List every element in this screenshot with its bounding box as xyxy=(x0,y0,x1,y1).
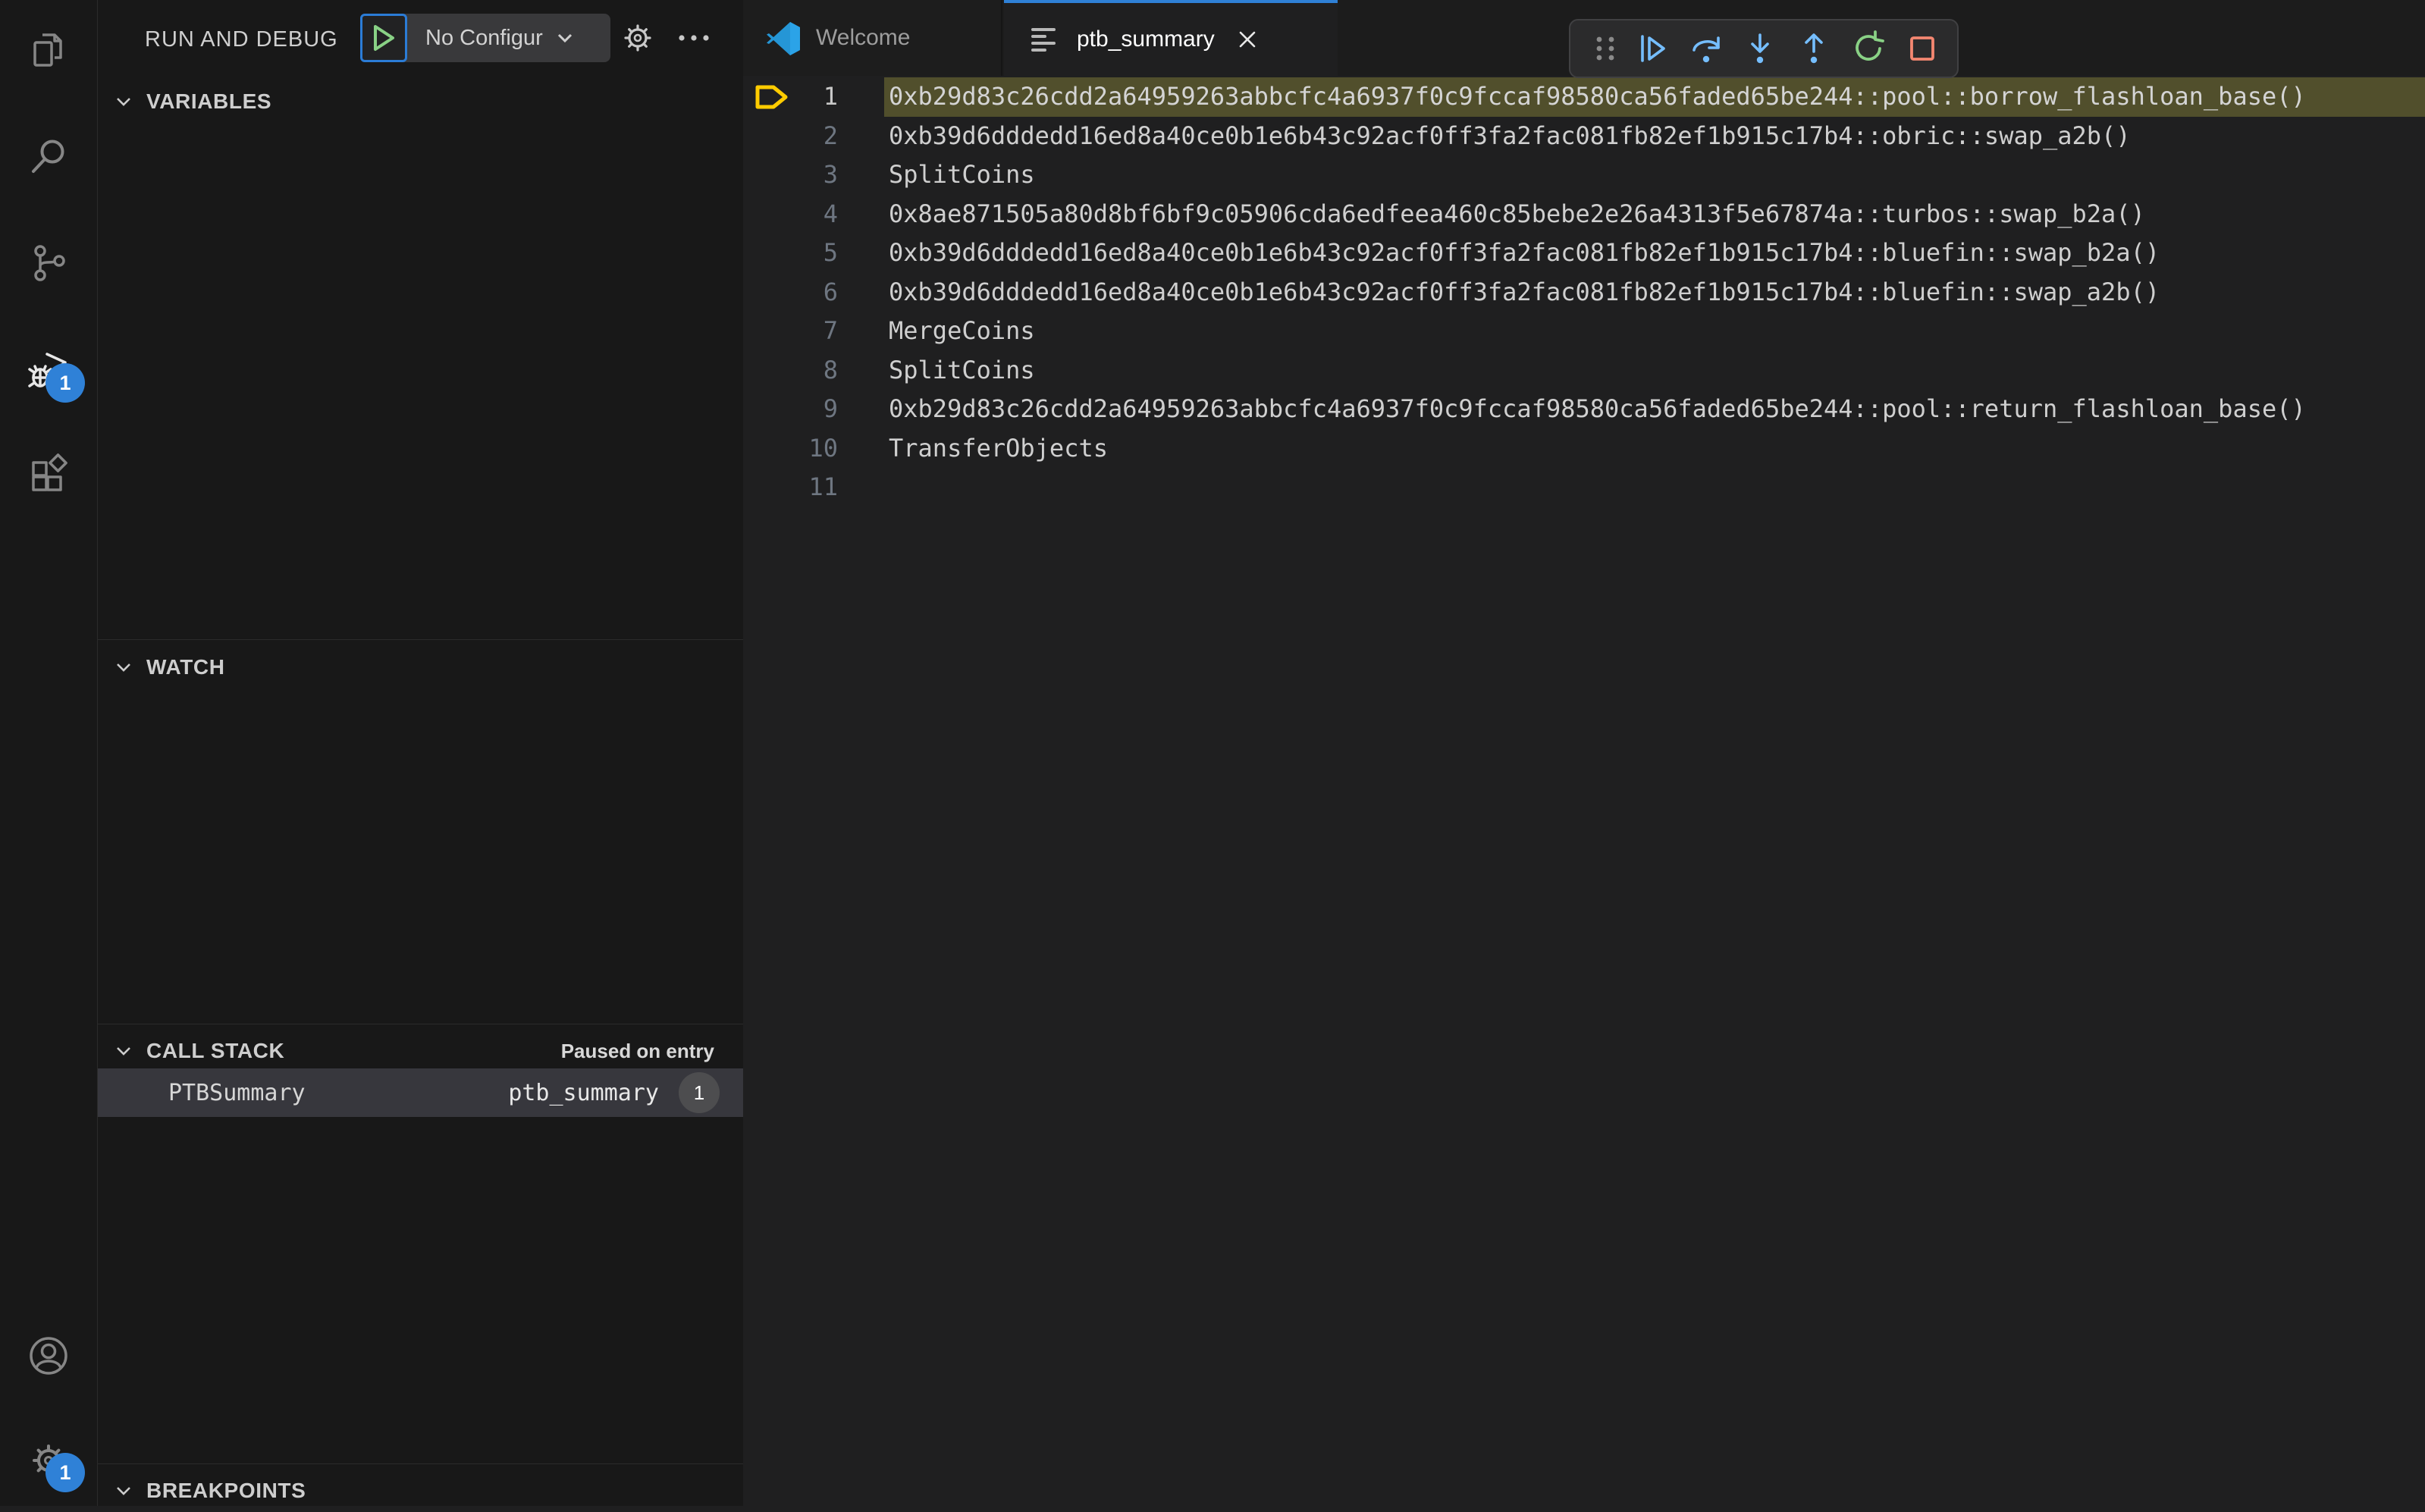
frame-file: ptb_summary xyxy=(508,1079,659,1106)
line-text[interactable]: 0xb39d6dddedd16ed8a40ce0b1e6b43c92acf0ff… xyxy=(884,117,2425,156)
line-text[interactable]: SplitCoins xyxy=(884,351,2425,391)
chevron-down-icon xyxy=(113,91,134,112)
code-line[interactable]: 3 SplitCoins xyxy=(743,155,2425,195)
vscode-logo-icon xyxy=(766,20,801,55)
restart-icon[interactable] xyxy=(1850,30,1887,67)
code-editor: 1 0xb29d83c26cdd2a64959263abbcfc4a6937f0… xyxy=(743,77,2425,1506)
line-text[interactable]: 0xb29d83c26cdd2a64959263abbcfc4a6937f0c9… xyxy=(884,390,2425,429)
chevron-down-icon xyxy=(113,657,134,678)
config-dropdown[interactable]: No Configur xyxy=(407,14,610,62)
sidebar-title: RUN AND DEBUG xyxy=(145,27,338,52)
code-line[interactable]: 10 TransferObjects xyxy=(743,429,2425,469)
line-number[interactable]: 8 xyxy=(743,351,838,391)
call-stack-section-header[interactable]: CALL STACK Paused on entry xyxy=(98,1030,743,1072)
code-line[interactable]: 1 0xb29d83c26cdd2a64959263abbcfc4a6937f0… xyxy=(743,77,2425,117)
step-out-icon[interactable] xyxy=(1796,30,1832,67)
line-text[interactable]: 0xb39d6dddedd16ed8a40ce0b1e6b43c92acf0ff… xyxy=(884,273,2425,312)
debug-settings-gear-icon[interactable] xyxy=(620,20,656,56)
line-text[interactable]: SplitCoins xyxy=(884,155,2425,195)
source-control-icon[interactable] xyxy=(27,242,70,284)
code-line[interactable]: 8 SplitCoins xyxy=(743,351,2425,391)
continue-icon[interactable] xyxy=(1633,30,1670,67)
variables-section-label: VARIABLES xyxy=(146,89,272,113)
variables-section-header[interactable]: VARIABLES xyxy=(98,80,743,123)
list-file-icon xyxy=(1027,22,1062,57)
line-number[interactable]: 4 xyxy=(743,195,838,234)
tab-welcome-label: Welcome xyxy=(816,25,911,50)
code-line[interactable]: 6 0xb39d6dddedd16ed8a40ce0b1e6b43c92acf0… xyxy=(743,273,2425,312)
settings-badge: 1 xyxy=(45,1453,85,1492)
code-line[interactable]: 2 0xb39d6dddedd16ed8a40ce0b1e6b43c92acf0… xyxy=(743,117,2425,156)
close-icon[interactable] xyxy=(1234,27,1260,52)
call-stack-frame-row[interactable]: PTBSummary ptb_summary 1 xyxy=(98,1068,743,1117)
editor-pane: Welcome ptb_summary 1 0xb29d83c26cdd2a64… xyxy=(743,0,2425,1506)
explorer-icon[interactable] xyxy=(27,29,70,71)
config-dropdown-label: No Configur xyxy=(425,25,543,50)
section-divider xyxy=(98,1463,743,1464)
line-number[interactable]: 11 xyxy=(743,468,838,507)
line-text[interactable] xyxy=(884,468,2425,507)
code-line[interactable]: 11 xyxy=(743,468,2425,507)
line-text[interactable]: TransferObjects xyxy=(884,429,2425,469)
code-line[interactable]: 5 0xb39d6dddedd16ed8a40ce0b1e6b43c92acf0… xyxy=(743,234,2425,273)
line-number[interactable]: 3 xyxy=(743,155,838,195)
code-line[interactable]: 7 MergeCoins xyxy=(743,312,2425,351)
line-text[interactable]: MergeCoins xyxy=(884,312,2425,351)
section-divider xyxy=(98,639,743,640)
more-actions-icon[interactable] xyxy=(676,20,712,56)
chevron-down-icon xyxy=(113,1040,134,1062)
settings-gear-icon[interactable]: 1 xyxy=(27,1439,85,1492)
start-debugging-button[interactable] xyxy=(360,14,407,62)
breakpoints-section-label: BREAKPOINTS xyxy=(146,1479,306,1502)
line-text[interactable]: 0x8ae871505a80d8bf6bf9c05906cda6edfeea46… xyxy=(884,195,2425,234)
line-number[interactable]: 10 xyxy=(743,429,838,469)
tab-welcome[interactable]: Welcome xyxy=(743,0,1002,76)
watch-section-label: WATCH xyxy=(146,655,225,679)
sidebar-header: RUN AND DEBUG No Configur xyxy=(98,0,743,76)
frame-name: PTBSummary xyxy=(168,1079,306,1106)
chevron-down-icon xyxy=(557,33,572,43)
line-number[interactable]: 2 xyxy=(743,117,838,156)
run-and-debug-sidebar: RUN AND DEBUG No Configur VARIABLES WATC… xyxy=(98,0,743,1506)
chevron-down-icon xyxy=(113,1480,134,1501)
debug-toolbar xyxy=(1569,19,1959,78)
line-number[interactable]: 6 xyxy=(743,273,838,312)
step-over-icon[interactable] xyxy=(1688,30,1724,67)
line-number[interactable]: 7 xyxy=(743,312,838,351)
watch-section-header[interactable]: WATCH xyxy=(98,646,743,689)
frame-badge: 1 xyxy=(679,1072,720,1113)
run-and-debug-icon[interactable]: 1 xyxy=(27,350,85,403)
launch-config-control: No Configur xyxy=(360,14,610,62)
line-text[interactable]: 0xb39d6dddedd16ed8a40ce0b1e6b43c92acf0ff… xyxy=(884,234,2425,273)
step-into-icon[interactable] xyxy=(1742,30,1778,67)
tab-ptb-summary-label: ptb_summary xyxy=(1077,27,1215,52)
call-stack-section-label: CALL STACK xyxy=(146,1039,285,1062)
stop-icon[interactable] xyxy=(1904,30,1940,67)
activity-bar: 1 1 xyxy=(0,0,98,1506)
line-number[interactable]: 5 xyxy=(743,234,838,273)
code-line[interactable]: 4 0x8ae871505a80d8bf6bf9c05906cda6edfeea… xyxy=(743,195,2425,234)
search-icon[interactable] xyxy=(27,136,70,178)
paused-status-label: Paused on entry xyxy=(560,1039,714,1062)
debug-current-line-arrow-icon xyxy=(753,84,789,110)
tab-ptb-summary[interactable]: ptb_summary xyxy=(1004,0,1338,76)
extensions-icon[interactable] xyxy=(27,453,70,496)
account-icon[interactable] xyxy=(27,1335,70,1377)
line-number[interactable]: 9 xyxy=(743,390,838,429)
line-text[interactable]: 0xb29d83c26cdd2a64959263abbcfc4a6937f0c9… xyxy=(884,77,2425,117)
debug-badge: 1 xyxy=(45,363,85,403)
drag-handle-icon[interactable] xyxy=(1587,30,1616,67)
code-line[interactable]: 9 0xb29d83c26cdd2a64959263abbcfc4a6937f0… xyxy=(743,390,2425,429)
